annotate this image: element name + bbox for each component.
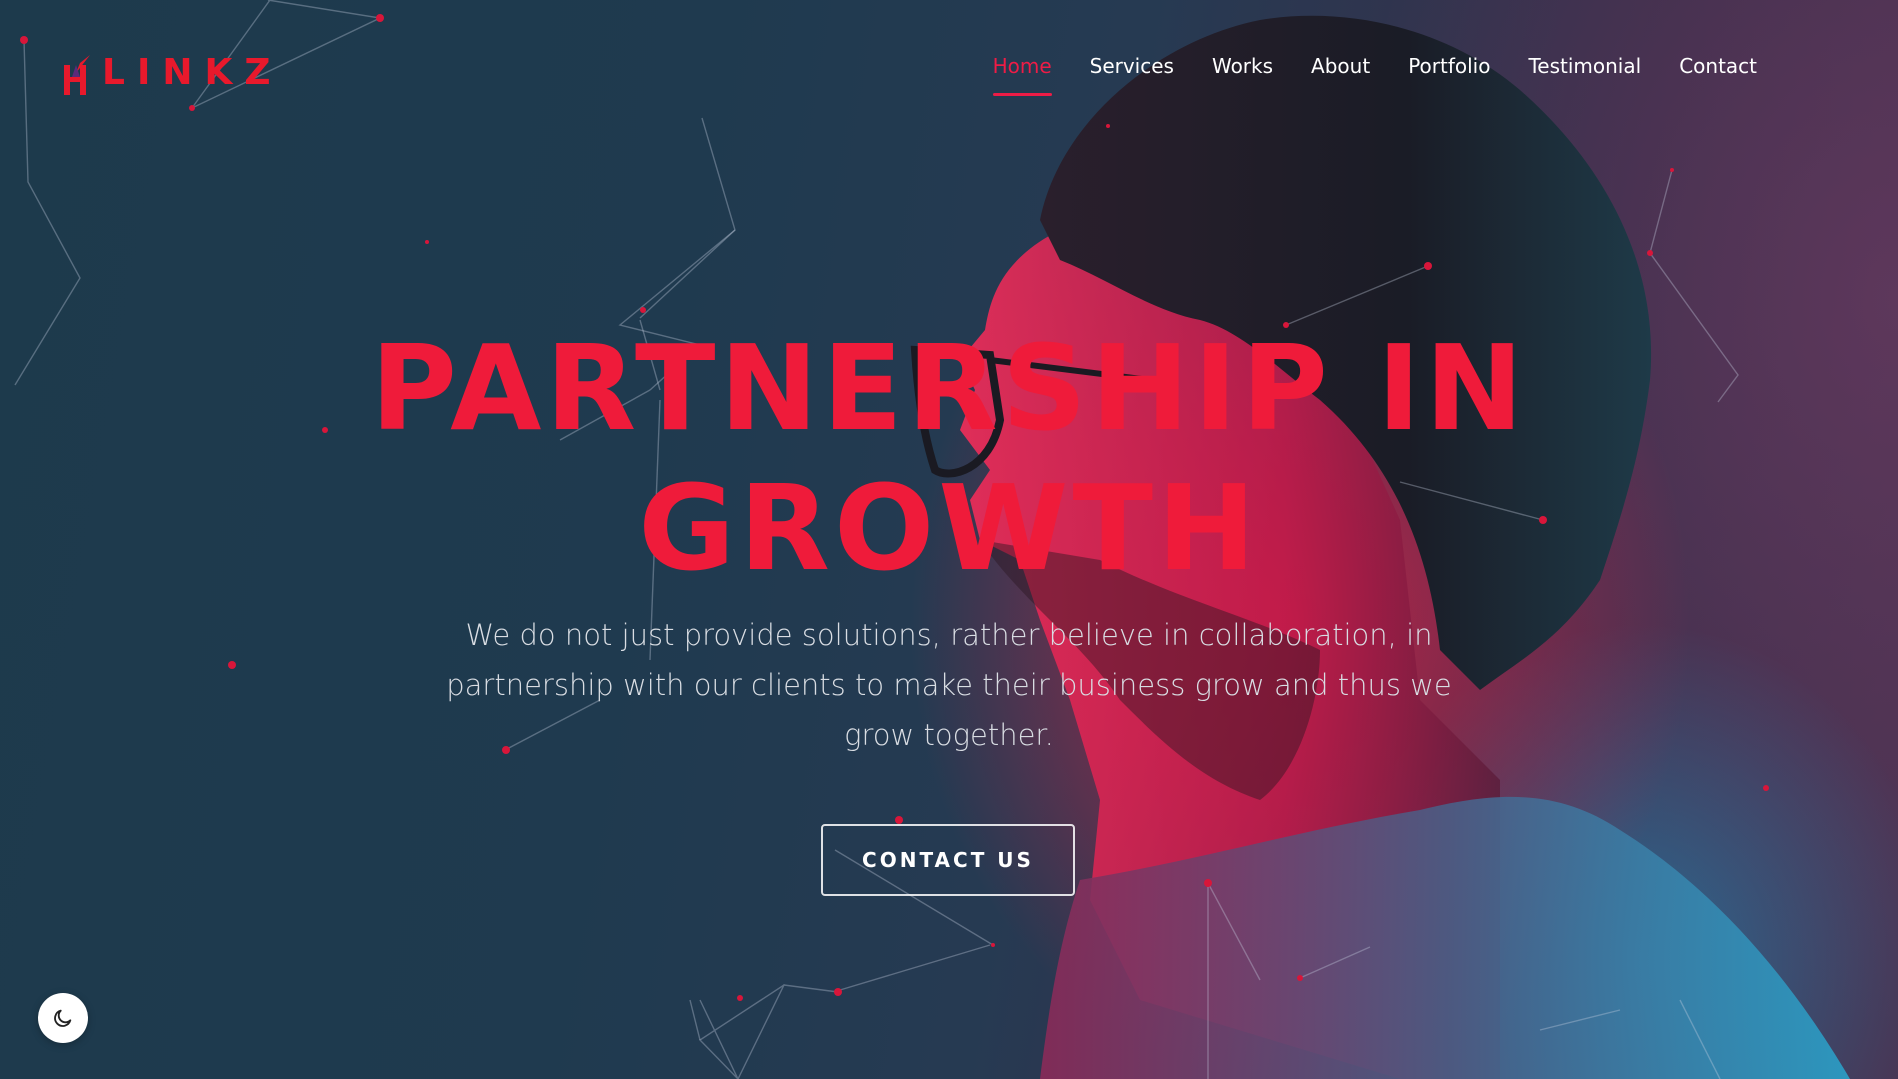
hero-subtitle: We do not just provide solutions, rather… (446, 618, 1452, 752)
nav-item-testimonial[interactable]: Testimonial (1509, 50, 1660, 100)
hero-section: LINKZ Home Services Works About Portfoli… (0, 0, 1898, 1079)
theme-toggle-button[interactable] (38, 993, 88, 1043)
brand-logo[interactable]: LINKZ (62, 52, 283, 95)
moon-icon (54, 1009, 72, 1027)
nav-item-contact[interactable]: Contact (1660, 50, 1776, 100)
nav-item-portfolio[interactable]: Portfolio (1389, 50, 1509, 100)
hero-headline-line2: GROWTH (638, 459, 1260, 597)
contact-us-button[interactable]: CONTACT US (821, 824, 1075, 896)
nav-item-works[interactable]: Works (1193, 50, 1292, 100)
logo-rocket-icon (62, 53, 90, 95)
main-navigation: Home Services Works About Portfolio Test… (974, 50, 1776, 100)
hero-headline-line1: PARTNERSHIP IN (370, 319, 1528, 457)
nav-item-services[interactable]: Services (1071, 50, 1193, 100)
hero-headline: PARTNERSHIP IN GROWTH (0, 318, 1898, 598)
logo-text: LINKZ (102, 52, 283, 93)
nav-item-home[interactable]: Home (974, 50, 1071, 100)
nav-item-about[interactable]: About (1292, 50, 1389, 100)
